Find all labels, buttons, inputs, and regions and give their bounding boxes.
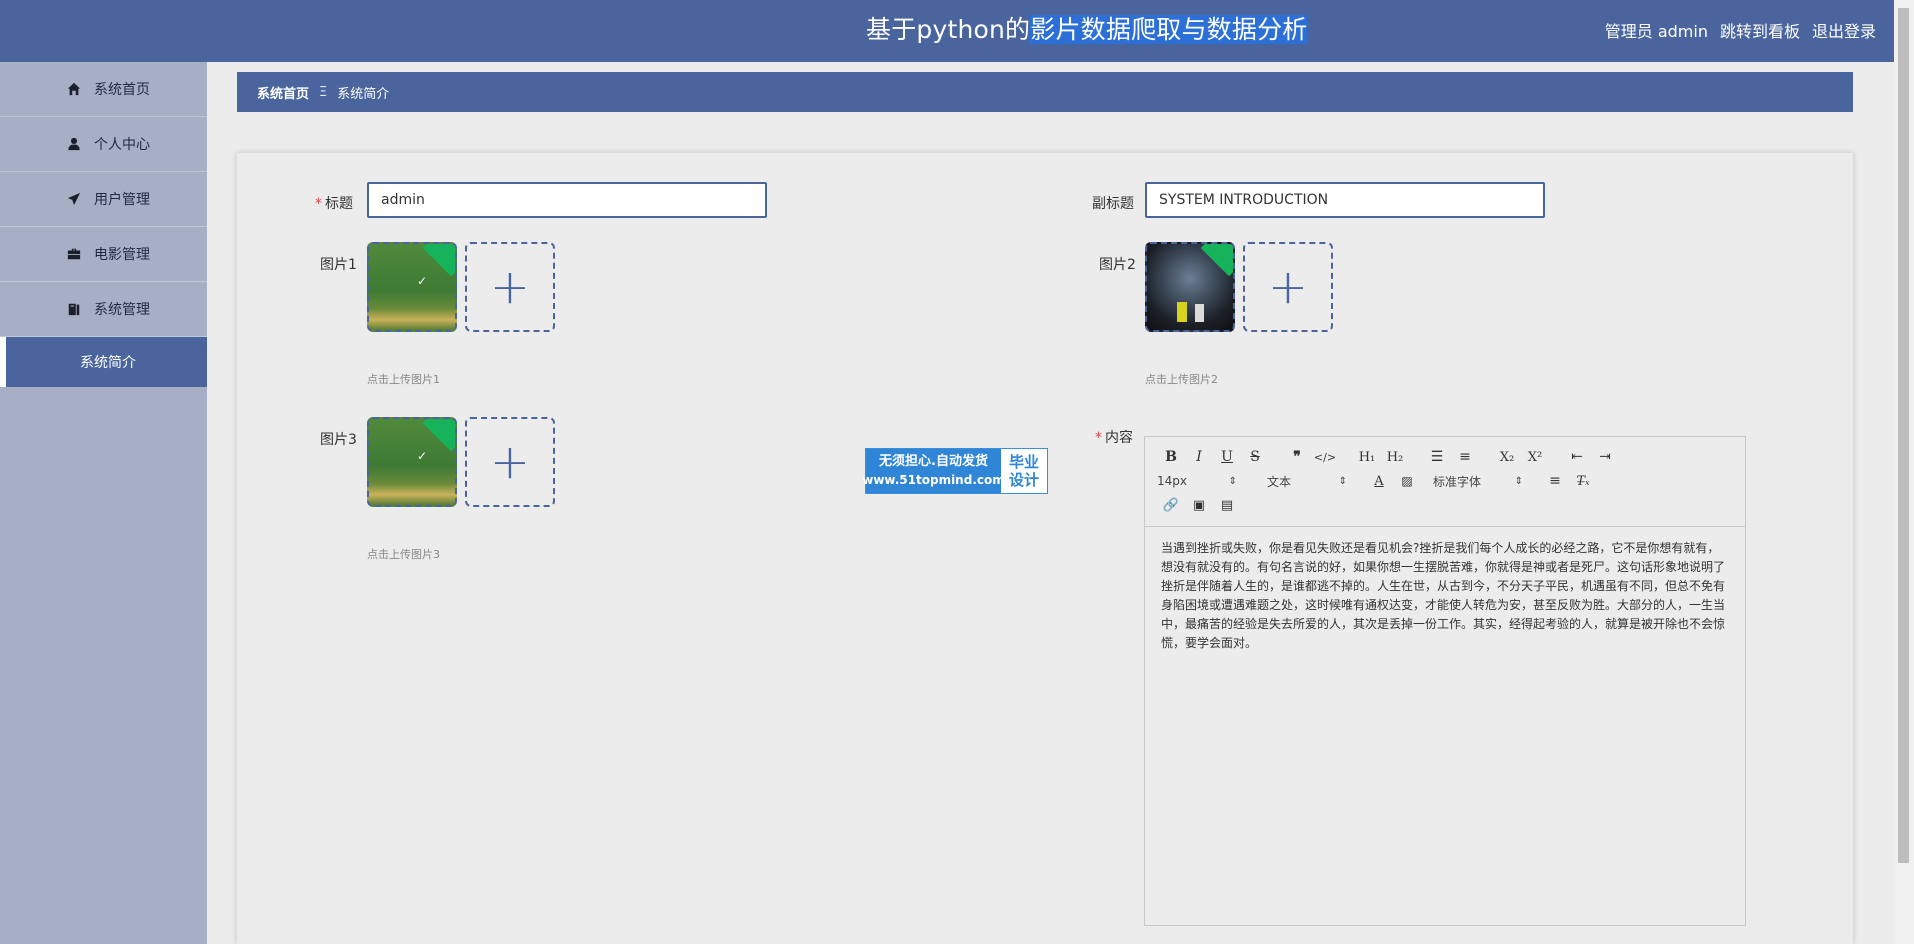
pic1-upload-button[interactable]: +: [465, 242, 555, 332]
font-color-icon[interactable]: A: [1365, 474, 1393, 489]
video-icon[interactable]: ▤: [1213, 498, 1241, 513]
italic-button[interactable]: I: [1185, 449, 1213, 465]
bullet-list-icon[interactable]: ≡: [1451, 449, 1479, 465]
title-input[interactable]: [367, 182, 767, 218]
page-scrollbar[interactable]: [1894, 0, 1914, 944]
pic2-hint: 点击上传图片2: [1145, 373, 1218, 386]
breadcrumb-current: 系统简介: [337, 86, 390, 102]
pic1-label: 图片1: [320, 257, 357, 273]
subscript-button[interactable]: X₂: [1493, 450, 1521, 465]
plus-icon: +: [1267, 259, 1309, 315]
updown-icon: ⇕: [1228, 475, 1237, 487]
h1-button[interactable]: H₁: [1353, 450, 1381, 465]
updown-icon: ⇕: [1514, 475, 1523, 487]
align-icon[interactable]: ≡: [1541, 473, 1569, 489]
h2-button[interactable]: H₂: [1381, 450, 1409, 465]
pic2-label: 图片2: [1099, 257, 1136, 273]
pic1-hint: 点击上传图片1: [367, 373, 440, 386]
strike-button[interactable]: S: [1241, 449, 1269, 465]
updown-icon: ⇕: [1338, 475, 1347, 487]
admin-label: 管理员 admin: [1604, 22, 1708, 41]
rich-text-editor: B I U S ❞ </> H₁ H₂ ☰ ≡ X₂ X² ⇤ ⇥ 14px⇕: [1144, 436, 1746, 926]
font-size-select[interactable]: 14px ⇕: [1157, 474, 1237, 488]
pic3-thumbnail[interactable]: ✓: [367, 417, 457, 507]
clear-format-icon[interactable]: T̶ₓ: [1569, 474, 1597, 489]
pic3-upload-button[interactable]: +: [465, 417, 555, 507]
sidebar-item-home[interactable]: 系统首页: [0, 62, 207, 117]
editor-toolbar: B I U S ❞ </> H₁ H₂ ☰ ≡ X₂ X² ⇤ ⇥ 14px⇕: [1145, 437, 1745, 527]
underline-button[interactable]: U: [1213, 449, 1241, 465]
dashboard-link[interactable]: 跳转到看板: [1720, 20, 1800, 44]
top-header: 基于python的影片数据爬取与数据分析 管理员 admin 跳转到看板 退出登…: [0, 0, 1914, 62]
subtitle-label: 副标题: [1092, 196, 1134, 212]
sidebar-item-system[interactable]: 系统管理: [0, 282, 207, 337]
image-icon[interactable]: ▣: [1185, 498, 1213, 513]
subtitle-input[interactable]: [1145, 182, 1545, 218]
scrollbar-thumb[interactable]: [1898, 8, 1909, 863]
logout-link[interactable]: 退出登录: [1812, 20, 1876, 44]
quote-button[interactable]: ❞: [1283, 449, 1311, 465]
background-color-icon[interactable]: ▨: [1393, 474, 1421, 488]
briefcase-icon: [66, 246, 82, 262]
link-icon[interactable]: 🔗: [1157, 498, 1185, 513]
indent-icon[interactable]: ⇥: [1591, 449, 1619, 465]
sidebar-item-profile[interactable]: 个人中心: [0, 117, 207, 172]
book-icon: [66, 301, 82, 317]
breadcrumb: 系统首页 Ξ 系统简介: [237, 72, 1853, 112]
plus-icon: +: [489, 259, 531, 315]
code-button[interactable]: </>: [1311, 451, 1339, 464]
check-icon: ✓: [417, 274, 428, 288]
user-icon: [66, 136, 82, 152]
breadcrumb-home[interactable]: 系统首页: [257, 83, 309, 102]
pic1-thumbnail[interactable]: ✓: [367, 242, 457, 332]
superscript-button[interactable]: X²: [1521, 450, 1549, 465]
pic3-label: 图片3: [320, 432, 357, 448]
outdent-icon[interactable]: ⇤: [1563, 449, 1591, 465]
font-family-select[interactable]: 标准字体 ⇕: [1433, 473, 1523, 490]
sidebar-item-movies[interactable]: 电影管理: [0, 227, 207, 282]
header-actions: 管理员 admin 跳转到看板 退出登录: [1605, 20, 1876, 44]
pic2-upload-button[interactable]: +: [1243, 242, 1333, 332]
pic2-thumbnail[interactable]: [1145, 242, 1235, 332]
breadcrumb-separator: Ξ: [319, 84, 328, 100]
check-icon: ✓: [417, 449, 428, 463]
plus-icon: +: [489, 434, 531, 490]
content-label: * 内容: [1095, 430, 1133, 446]
sidebar-item-users[interactable]: 用户管理: [0, 172, 207, 227]
sidebar-subitem-intro[interactable]: 系统简介: [0, 337, 207, 387]
ordered-list-icon[interactable]: ☰: [1423, 449, 1451, 465]
editor-content[interactable]: 当遇到挫折或失败，你是看见失败还是看见机会?挫折是我们每个人成长的必经之路，它不…: [1145, 527, 1745, 665]
pic3-hint: 点击上传图片3: [367, 548, 440, 561]
watermark-badge[interactable]: 无须担心.自动发货 www.51topmind.com 毕业 设计: [862, 448, 1048, 494]
bold-button[interactable]: B: [1157, 449, 1185, 465]
send-icon: [66, 191, 82, 207]
title-label: * 标题: [315, 196, 353, 212]
app-title: 基于python的影片数据爬取与数据分析: [866, 15, 1308, 44]
block-type-select[interactable]: 文本 ⇕: [1267, 473, 1347, 490]
sidebar: 系统首页 个人中心 用户管理 电影管理 系统管理 系统简介: [0, 62, 207, 944]
home-icon: [66, 81, 82, 97]
